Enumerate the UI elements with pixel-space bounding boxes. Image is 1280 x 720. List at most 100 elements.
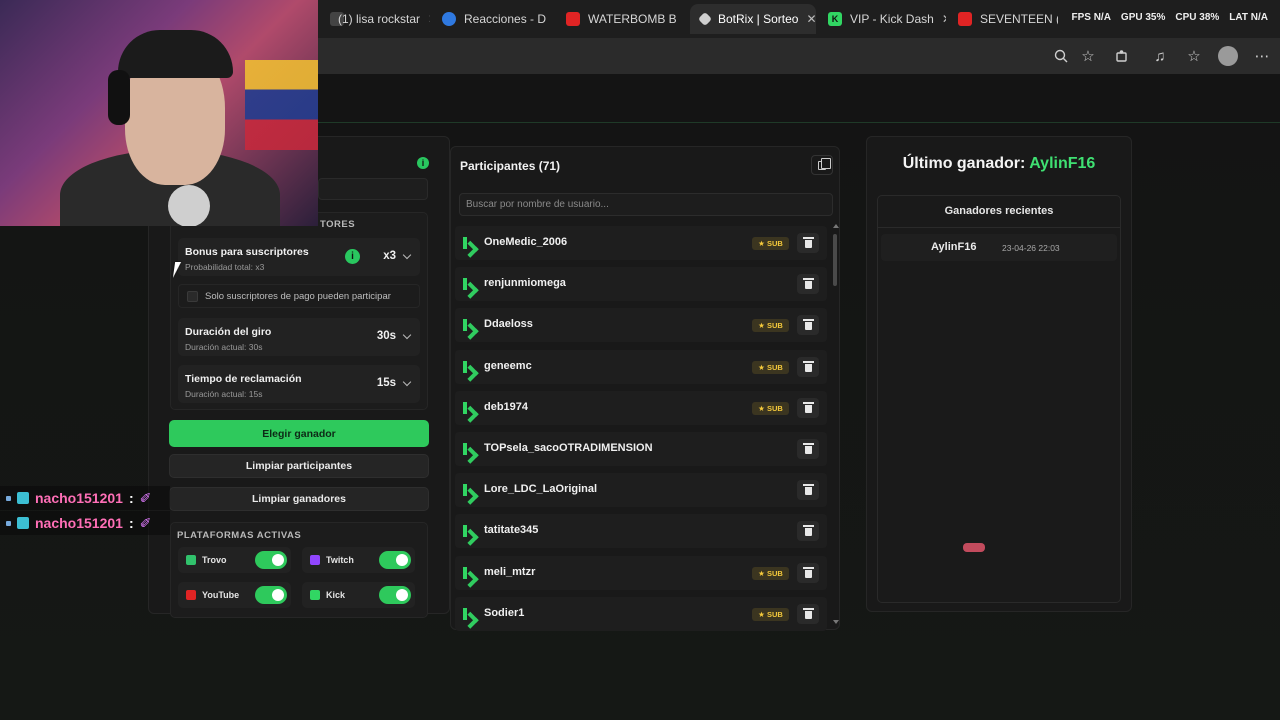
- kick-icon: [463, 401, 475, 414]
- delete-participant-button[interactable]: [797, 356, 819, 377]
- mouse-cursor-icon: [172, 262, 188, 278]
- platform-twitch: Twitch: [302, 547, 415, 573]
- close-icon[interactable]: ✕: [428, 12, 430, 26]
- duration-select[interactable]: 30s: [377, 330, 412, 342]
- tab-2[interactable]: Reacciones - D ✕: [432, 4, 554, 34]
- bonus-value: x3: [383, 250, 396, 262]
- tab-label: Reacciones - D: [464, 12, 547, 26]
- participant-row: Lore_LDC_LaOriginal: [455, 473, 827, 508]
- scroll-thumb[interactable]: [833, 234, 837, 286]
- paid-subs-only-label: Solo suscriptores de pago pueden partici…: [205, 291, 391, 302]
- tab-4-active[interactable]: BotRix | Sorteo ✕: [690, 4, 816, 34]
- trash-icon: [802, 443, 814, 454]
- paid-subs-only-checkbox[interactable]: [187, 291, 198, 302]
- headset-icon: [108, 70, 130, 125]
- participant-row: geneemc ★ SUB: [455, 349, 827, 384]
- trash-icon: [802, 607, 814, 619]
- more-menu-icon[interactable]: ⋯: [1252, 46, 1272, 66]
- twitch-toggle[interactable]: [379, 551, 411, 569]
- delete-participant-button[interactable]: [797, 480, 819, 501]
- tab-3[interactable]: WATERBOMB B ✕: [556, 4, 686, 34]
- tab-label: (1) lisa rockstar: [338, 12, 421, 26]
- webcam-overlay: [0, 0, 318, 226]
- delete-participant-button[interactable]: [797, 521, 819, 542]
- delete-participant-button[interactable]: [797, 233, 819, 253]
- tab-6[interactable]: SEVENTEEN (: [948, 4, 1058, 34]
- kick-toggle[interactable]: [379, 586, 411, 604]
- extensions-icon[interactable]: [1112, 46, 1132, 66]
- participant-name: Sodier1: [484, 606, 525, 619]
- tab-label: SEVENTEEN (: [980, 12, 1058, 26]
- duration-title: Duración del giro: [185, 326, 272, 338]
- delete-participant-button[interactable]: [797, 562, 819, 583]
- trash-icon: [802, 525, 814, 537]
- sub-badge: ★ SUB: [752, 607, 789, 621]
- participant-search-input[interactable]: [459, 193, 833, 216]
- scroll-down-icon[interactable]: [833, 620, 839, 624]
- fps-readout: FPS N/A: [1071, 12, 1111, 23]
- recent-winners-divider: [877, 227, 1121, 228]
- microphone-icon: [168, 185, 210, 226]
- claim-time-subtitle: Duración actual: 15s: [185, 389, 263, 399]
- kick-icon: [463, 278, 475, 291]
- chat-message: nacho151201 : ✐: [0, 486, 170, 510]
- star-icon[interactable]: ☆: [1078, 46, 1098, 66]
- favorites-icon[interactable]: ☆: [1184, 46, 1204, 66]
- media-icon[interactable]: ♫: [1150, 46, 1170, 66]
- pick-winner-button[interactable]: Elegir ganador: [169, 420, 429, 447]
- participant-name: geneemc: [484, 359, 532, 372]
- decoration-graphic: [963, 543, 985, 552]
- bonus-info-icon[interactable]: i: [345, 249, 360, 264]
- lat-readout: LAT N/A: [1229, 12, 1268, 23]
- delete-participant-button[interactable]: [797, 439, 819, 459]
- close-icon[interactable]: ✕: [685, 12, 686, 26]
- sub-badge: ★ SUB: [752, 360, 789, 374]
- trash-icon: [802, 278, 814, 290]
- claim-time-select[interactable]: 15s: [376, 377, 412, 389]
- close-icon[interactable]: ✕: [806, 12, 816, 26]
- bonus-select[interactable]: x3: [383, 250, 412, 262]
- close-icon[interactable]: ✕: [942, 12, 946, 26]
- youtube-toggle[interactable]: [255, 586, 287, 604]
- participant-row: meli_mtzr ★ SUB: [455, 555, 827, 590]
- tab-label: VIP - Kick Dash: [850, 12, 934, 26]
- tab-5[interactable]: K VIP - Kick Dash ✕: [818, 4, 946, 34]
- platform-label: Trovo: [202, 555, 227, 565]
- paid-subs-only-row[interactable]: Solo suscriptores de pago pueden partici…: [178, 284, 420, 308]
- profile-avatar[interactable]: [1218, 46, 1238, 66]
- claim-time-value: 15s: [376, 377, 396, 389]
- delete-participant-button[interactable]: [797, 603, 819, 624]
- zoom-icon[interactable]: [1051, 46, 1071, 66]
- bonus-title: Bonus para suscriptores: [185, 246, 309, 258]
- info-icon[interactable]: i: [417, 157, 429, 169]
- scroll-up-icon[interactable]: [833, 224, 839, 228]
- settings-input[interactable]: [318, 178, 428, 200]
- trovo-toggle[interactable]: [255, 551, 287, 569]
- participant-name: Lore_LDC_LaOriginal: [484, 483, 598, 496]
- delete-participant-button[interactable]: [797, 397, 819, 418]
- emote-icon: ✐: [139, 489, 152, 506]
- clear-participants-button[interactable]: Limpiar participantes: [169, 454, 429, 478]
- clear-winners-button[interactable]: Limpiar ganadores: [169, 487, 429, 511]
- delete-participant-button[interactable]: [797, 315, 819, 336]
- chat-badge-icon: [17, 517, 29, 529]
- tab-1[interactable]: (1) lisa rockstar ✕: [320, 4, 430, 34]
- kick-icon: [463, 607, 475, 620]
- participant-row: deb1974 ★ SUB: [455, 390, 827, 425]
- last-winner-heading: Último ganador: AylinF16: [866, 155, 1132, 173]
- tab-label: BotRix | Sorteo: [718, 12, 799, 26]
- kick-icon: K: [828, 12, 842, 26]
- delete-participant-button[interactable]: [797, 274, 819, 295]
- last-winner-name: AylinF16: [1029, 155, 1096, 172]
- platform-trovo: Trovo: [178, 547, 291, 573]
- sub-badge: ★ SUB: [752, 566, 789, 580]
- copy-button[interactable]: [811, 155, 833, 175]
- tab-label: WATERBOMB B: [588, 12, 677, 26]
- sub-badge: ★ SUB: [752, 401, 789, 415]
- youtube-icon: [958, 12, 972, 26]
- platform-kick: Kick: [302, 582, 415, 608]
- kick-icon: [463, 319, 475, 332]
- kick-icon: [463, 566, 475, 579]
- chevron-down-icon: [402, 250, 412, 259]
- recent-winner-name: AylinF16: [931, 241, 977, 253]
